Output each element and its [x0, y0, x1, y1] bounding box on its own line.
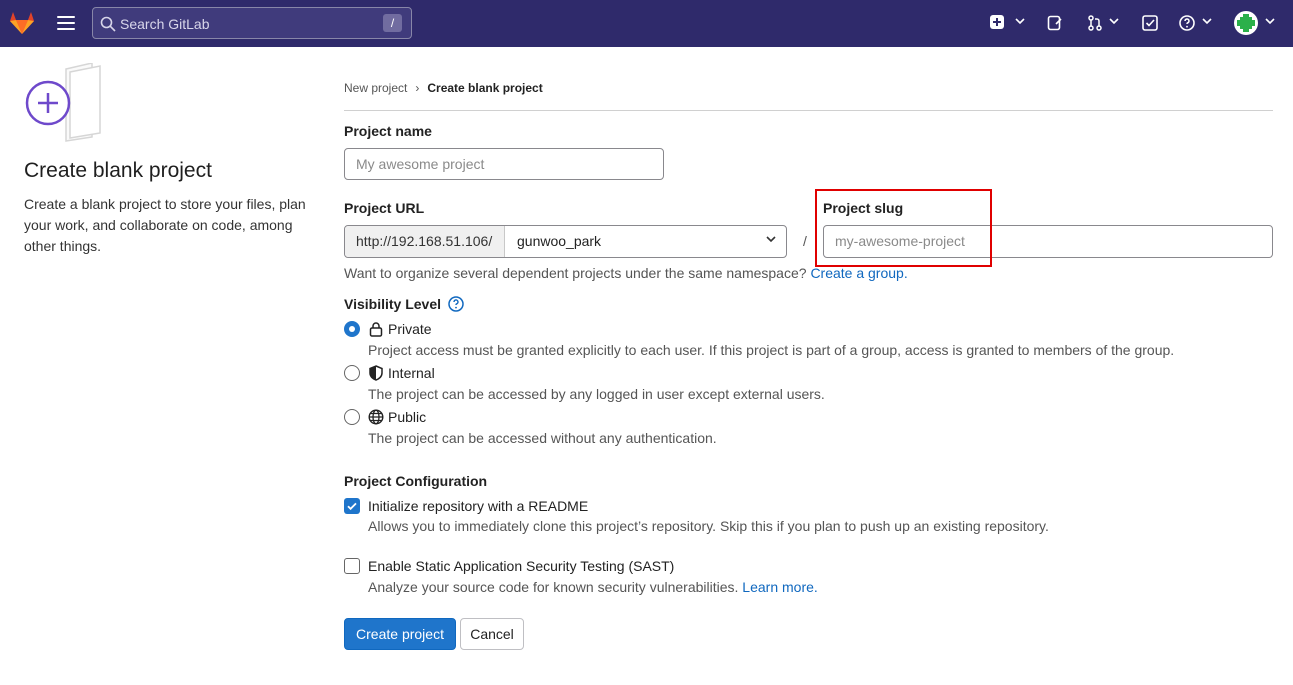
readme-desc: Allows you to immediately clone this pro… [368, 518, 1049, 534]
search-input[interactable]: Search GitLab / [92, 7, 412, 39]
chevron-right-icon: › [415, 81, 420, 95]
checkmark-icon [347, 502, 357, 511]
create-group-link[interactable]: Create a group. [810, 265, 907, 281]
shield-icon [369, 365, 383, 381]
todo-icon[interactable] [1142, 13, 1158, 33]
chevron-down-icon[interactable] [766, 236, 776, 243]
chevron-down-icon[interactable] [1265, 18, 1275, 25]
search-icon [100, 16, 116, 32]
sast-desc: Analyze your source code for known secur… [368, 579, 739, 595]
page-title: Create blank project [24, 159, 212, 182]
help-icon[interactable] [448, 296, 464, 312]
visibility-private-radio[interactable] [344, 321, 360, 337]
project-name-label: Project name [344, 123, 432, 139]
breadcrumb-item-current[interactable]: Create blank project [427, 81, 542, 95]
namespace-select[interactable]: gunwoo_park [517, 226, 601, 257]
visibility-private-desc: Project access must be granted explicitl… [368, 342, 1175, 358]
project-name-input[interactable]: My awesome project [344, 148, 664, 180]
gitlab-logo-icon[interactable] [9, 11, 35, 35]
namespace-help-text: Want to organize several dependent proje… [344, 265, 908, 281]
project-config-label: Project Configuration [344, 473, 488, 489]
issues-icon[interactable] [1047, 13, 1063, 33]
url-separator: / [803, 233, 807, 249]
create-new-icon[interactable] [990, 13, 1004, 33]
top-navbar: Search GitLab / [0, 0, 1293, 47]
breadcrumb-item-new-project[interactable]: New project [344, 81, 407, 95]
search-shortcut-key: / [383, 14, 402, 32]
visibility-internal-radio[interactable] [344, 365, 360, 381]
project-name-placeholder: My awesome project [356, 156, 485, 172]
cancel-button[interactable]: Cancel [460, 618, 524, 650]
visibility-public-desc: The project can be accessed without any … [368, 430, 717, 446]
visibility-label: Visibility Level [344, 296, 464, 312]
lock-icon [369, 322, 383, 337]
namespace-help: Want to organize several dependent proje… [344, 265, 807, 281]
sast-desc-line: Analyze your source code for known secur… [368, 579, 818, 595]
readme-checkbox[interactable] [344, 498, 360, 514]
search-placeholder: Search GitLab [120, 16, 210, 32]
menu-icon[interactable] [57, 16, 75, 30]
globe-icon [368, 409, 384, 425]
project-url-field: http://192.168.51.106/ gunwoo_park [344, 225, 787, 258]
learn-more-link[interactable]: Learn more. [742, 579, 817, 595]
help-icon[interactable] [1179, 13, 1195, 33]
sast-label[interactable]: Enable Static Application Security Testi… [368, 558, 674, 574]
visibility-public-label: Public [388, 409, 427, 425]
chevron-down-icon[interactable] [1109, 18, 1119, 25]
breadcrumb: New project › Create blank project [344, 81, 543, 95]
page-description: Create a blank project to store your fil… [24, 196, 306, 254]
visibility-internal-desc: The project can be accessed by any logge… [368, 386, 825, 402]
visibility-private-label: Private [388, 321, 432, 337]
visibility-public-radio[interactable] [344, 409, 360, 425]
blank-project-illustration-icon [24, 62, 108, 143]
highlight-box [815, 189, 992, 267]
create-project-button[interactable]: Create project [344, 618, 456, 650]
visibility-internal-label: Internal [388, 365, 435, 381]
visibility-label-text: Visibility Level [344, 296, 442, 312]
merge-requests-icon[interactable] [1087, 13, 1103, 33]
chevron-down-icon[interactable] [1202, 18, 1212, 25]
sast-checkbox[interactable] [344, 558, 360, 574]
avatar[interactable] [1234, 11, 1258, 35]
url-prefix: http://192.168.51.106/ [345, 226, 505, 257]
project-url-label: Project URL [344, 200, 425, 216]
readme-label[interactable]: Initialize repository with a README [368, 498, 588, 514]
chevron-down-icon[interactable] [1015, 18, 1025, 25]
divider [344, 110, 1273, 111]
